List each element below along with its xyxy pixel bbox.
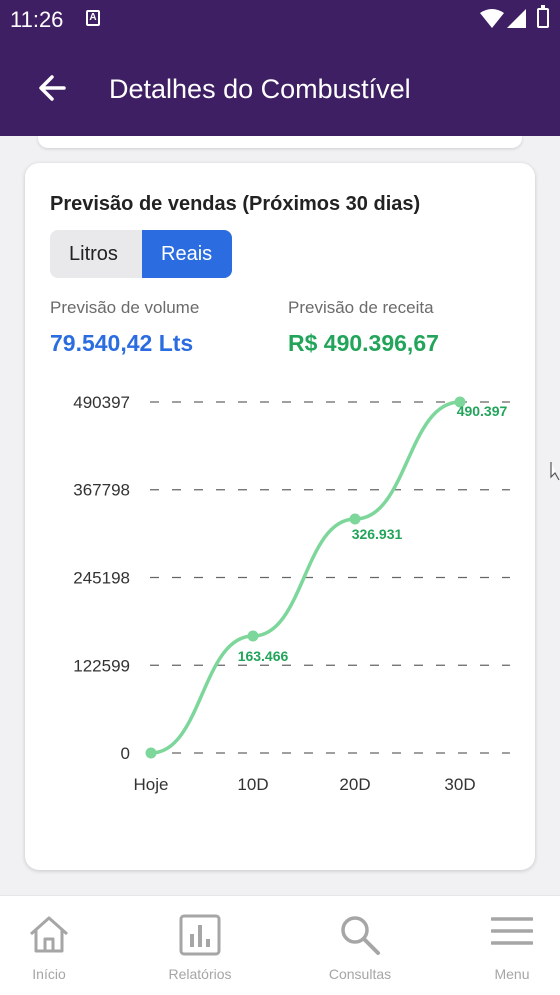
nav-item-search[interactable]: Consultas	[305, 896, 415, 995]
data-point	[145, 747, 157, 759]
menu-icon	[491, 917, 533, 945]
nav-item-reports[interactable]: Relatórios	[145, 896, 255, 995]
data-label: 326.931	[352, 526, 403, 542]
notification-icon: A	[86, 10, 100, 26]
data-point	[247, 630, 259, 642]
search-icon	[341, 916, 380, 955]
page-title: Detalhes do Combustível	[109, 74, 411, 104]
y-tick-label: 0	[121, 744, 130, 763]
signal-icon	[507, 9, 526, 28]
y-tick-label: 122599	[73, 656, 130, 675]
nav-item-home[interactable]: Início	[0, 896, 104, 995]
bar-chart-icon	[179, 914, 221, 956]
previous-card-edge	[38, 136, 522, 148]
y-tick-label: 367798	[73, 481, 130, 500]
home-icon	[30, 916, 68, 953]
data-label: 490.397	[457, 403, 508, 419]
nav-label-search: Consultas	[328, 966, 392, 982]
y-tick-label: 245198	[73, 569, 130, 588]
x-tick-label: 20D	[339, 775, 370, 794]
revenue-forecast-chart: 0 122599 245198 367798 490397 Hoje 10D 20D 30D 16…	[73, 393, 510, 794]
nav-label-home: Início	[32, 966, 66, 982]
data-point	[349, 513, 361, 525]
battery-icon	[537, 5, 549, 28]
nav-label-menu: Menu	[494, 966, 530, 982]
x-tick-label: Hoje	[134, 775, 169, 794]
status-bar: 11:26 A	[0, 0, 560, 38]
forecast-card: Previsão de vendas (Próximos 30 dias) Li…	[25, 163, 535, 870]
data-label: 163.466	[238, 648, 289, 664]
bottom-navigation: Início Relatórios Consultas Menu	[0, 895, 560, 995]
nav-item-menu[interactable]: Menu	[457, 896, 560, 995]
nav-label-reports: Relatórios	[168, 966, 232, 982]
app-bar: Detalhes do Combustível	[0, 38, 560, 136]
x-tick-label: 30D	[444, 775, 475, 794]
back-arrow-icon[interactable]	[32, 68, 72, 108]
mouse-cursor-icon	[550, 462, 560, 481]
status-time: 11:26	[10, 7, 64, 32]
wifi-icon	[480, 9, 504, 28]
x-tick-label: 10D	[237, 775, 268, 794]
y-tick-label: 490397	[73, 393, 130, 412]
